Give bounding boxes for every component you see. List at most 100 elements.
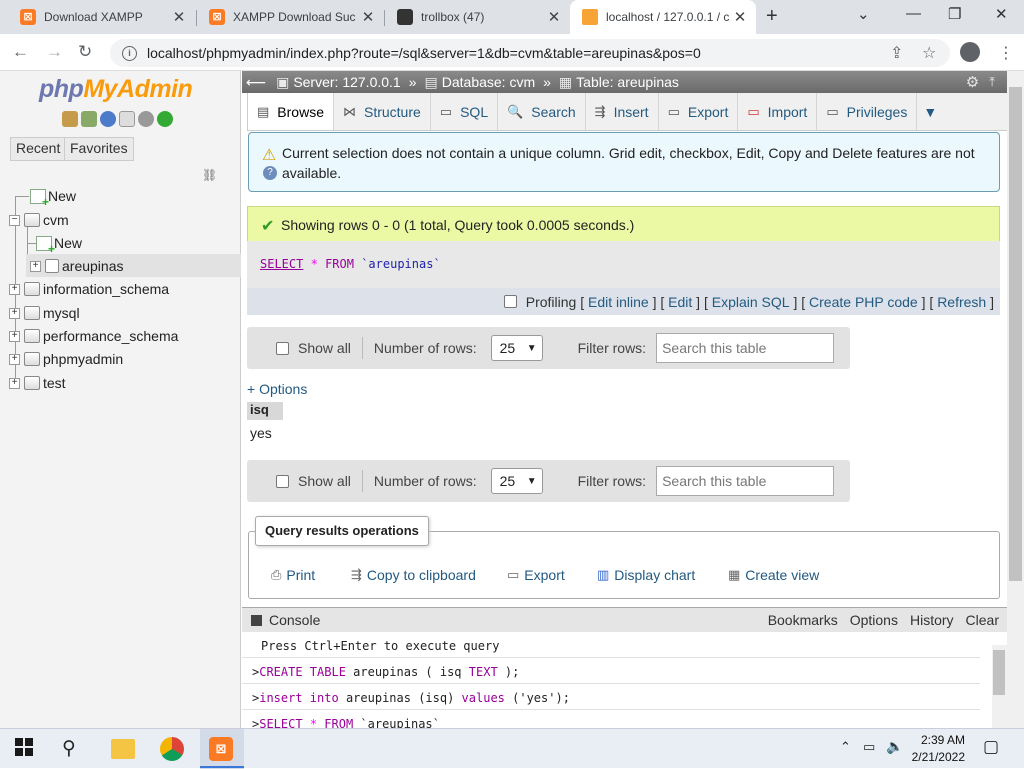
star-icon[interactable]: ☆ (922, 43, 936, 63)
main-scrollbar[interactable] (1007, 71, 1024, 728)
display-chart-button[interactable]: ▥ Display chart (597, 567, 695, 583)
new-tab-button[interactable]: + (766, 5, 778, 28)
sidebar-item-performance-schema[interactable]: + performance_schema (9, 326, 178, 346)
tab-import[interactable]: ▭ Import (738, 93, 818, 130)
console-history-line[interactable]: >insert into areupinas (isq) values ('ye… (242, 684, 980, 710)
file-explorer-icon[interactable] (111, 739, 135, 759)
url-field[interactable]: i localhost/phpmyadmin/index.php?route=/… (110, 39, 950, 67)
tab-favorites[interactable]: Favorites (64, 137, 134, 161)
volume-icon[interactable]: 🔈 (886, 738, 903, 755)
tab-insert[interactable]: ⇶ Insert (586, 93, 659, 130)
collapse-icon[interactable]: − (9, 214, 20, 226)
refresh-link[interactable]: Refresh (937, 294, 986, 310)
chevron-up-icon[interactable]: ⌃ (840, 739, 851, 755)
edit-inline-link[interactable]: Edit inline (588, 294, 649, 310)
console-history-line[interactable]: >CREATE TABLE areupinas ( isq TEXT ); (242, 658, 980, 684)
tab-search[interactable]: 🔍 Search (498, 93, 586, 130)
browser-tab-xampp-success[interactable]: ⊠ XAMPP Download Suc ✕ (197, 0, 384, 34)
reload-icon[interactable] (157, 111, 173, 127)
browser-tab-download-xampp[interactable]: ⊠ Download XAMPP ✕ (8, 0, 195, 34)
tab-privileges[interactable]: ▭ Privileges (817, 93, 918, 130)
sidebar-item-test[interactable]: + test (9, 373, 66, 393)
close-icon[interactable]: ✕ (546, 8, 562, 26)
search-icon[interactable]: ⚲ (62, 737, 86, 761)
network-icon[interactable]: ▭ (863, 739, 875, 755)
profile-icon[interactable] (960, 42, 980, 62)
rows-per-page-select[interactable]: 25 ▼ (490, 335, 543, 361)
console-history[interactable]: History (910, 612, 954, 628)
console-title[interactable]: Console (269, 612, 320, 628)
home-icon[interactable] (62, 111, 78, 127)
sidebar-item-mysql[interactable]: + mysql (9, 303, 80, 323)
console-options[interactable]: Options (850, 612, 898, 628)
sidebar-item-information-schema[interactable]: + information_schema (9, 279, 169, 299)
tab-structure[interactable]: ⋈ Structure (334, 93, 431, 130)
xampp-icon[interactable]: ⊠ (209, 737, 233, 761)
maximize-button[interactable]: ❐ (948, 5, 961, 23)
forward-icon[interactable]: → (46, 42, 63, 62)
close-icon[interactable]: ✕ (732, 8, 748, 26)
browser-tab-phpmyadmin[interactable]: localhost / 127.0.0.1 / c ✕ (570, 0, 756, 34)
link-icon[interactable]: ⛓ (202, 168, 217, 182)
help-icon[interactable]: ? (263, 166, 277, 180)
menu-icon[interactable]: ⋮ (998, 43, 1014, 63)
expand-icon[interactable]: + (9, 330, 20, 342)
breadcrumb-table[interactable]: Table: areupinas (576, 74, 679, 90)
browser-tab-trollbox[interactable]: trollbox (47) ✕ (385, 0, 570, 34)
close-window-button[interactable]: ✕ (995, 5, 1008, 23)
rows-per-page-select[interactable]: 25 ▼ (490, 468, 543, 494)
console-bookmarks[interactable]: Bookmarks (768, 612, 838, 628)
gear-icon[interactable] (138, 111, 154, 127)
windows-start-icon[interactable] (14, 737, 38, 761)
copy-to-clipboard-button[interactable]: ⇶ Copy to clipboard (351, 567, 476, 583)
sidebar-item-phpmyadmin[interactable]: + phpmyadmin (9, 349, 123, 369)
chrome-icon[interactable] (160, 737, 184, 761)
expand-icon[interactable]: + (30, 260, 41, 272)
sql-keyword[interactable]: SELECT (260, 257, 303, 271)
expand-icon[interactable]: + (9, 377, 20, 389)
collapse-arrow-icon[interactable]: ⟵ (246, 74, 266, 91)
tab-browse[interactable]: ▤ Browse (247, 93, 334, 130)
minimize-button[interactable]: — (906, 5, 921, 22)
expand-icon[interactable]: + (9, 353, 20, 365)
breadcrumb-server[interactable]: Server: 127.0.0.1 (293, 74, 400, 90)
edit-link[interactable]: Edit (668, 294, 692, 310)
sidebar-item-new-db[interactable]: New (30, 186, 76, 209)
expand-icon[interactable]: + (9, 283, 20, 295)
collapse-top-icon[interactable]: ⤒ (989, 74, 995, 90)
tab-recent[interactable]: Recent (10, 137, 67, 161)
back-icon[interactable]: ← (12, 42, 29, 62)
docs-icon[interactable] (119, 111, 135, 127)
chevron-down-icon[interactable]: ⌄ (857, 5, 870, 23)
filter-rows-input[interactable]: Search this table (656, 333, 835, 363)
create-php-code-link[interactable]: Create PHP code (809, 294, 918, 310)
expand-icon[interactable]: + (9, 307, 20, 319)
create-view-button[interactable]: ▦ Create view (728, 567, 819, 583)
options-link[interactable]: + Options (247, 381, 307, 397)
share-icon[interactable]: ⇪ (890, 43, 903, 63)
show-all-checkbox[interactable] (276, 474, 289, 488)
print-button[interactable]: ⎙ Print (271, 567, 315, 583)
reload-icon[interactable]: ↻ (78, 42, 92, 62)
more-tabs-button[interactable]: ▼ (917, 93, 943, 130)
column-header-isq[interactable]: isq (247, 402, 283, 420)
info-icon[interactable]: i (122, 45, 137, 61)
sidebar-item-areupinas[interactable]: + areupinas (30, 256, 124, 276)
gear-icon[interactable]: ⚙ (966, 73, 979, 91)
profiling-checkbox[interactable] (503, 295, 517, 308)
filter-rows-input[interactable]: Search this table (656, 466, 835, 496)
notification-icon[interactable]: ▢ (983, 737, 999, 757)
close-icon[interactable]: ✕ (360, 8, 376, 26)
tab-export[interactable]: ▭ Export (659, 93, 739, 130)
breadcrumb-database[interactable]: Database: cvm (442, 74, 535, 90)
sidebar-item-cvm[interactable]: − cvm (9, 210, 69, 230)
logout-icon[interactable] (81, 111, 97, 127)
help-icon[interactable] (100, 111, 116, 127)
export-button[interactable]: ▭ Export (507, 567, 565, 583)
taskbar-clock[interactable]: 2:39 AM 2/21/2022 (905, 732, 965, 766)
close-icon[interactable]: ✕ (171, 8, 187, 26)
console-scrollbar[interactable] (992, 645, 1007, 728)
phpmyadmin-logo[interactable]: phpMyAdmin (39, 75, 193, 104)
explain-sql-link[interactable]: Explain SQL (712, 294, 790, 310)
tab-sql[interactable]: ▭ SQL (431, 93, 499, 130)
